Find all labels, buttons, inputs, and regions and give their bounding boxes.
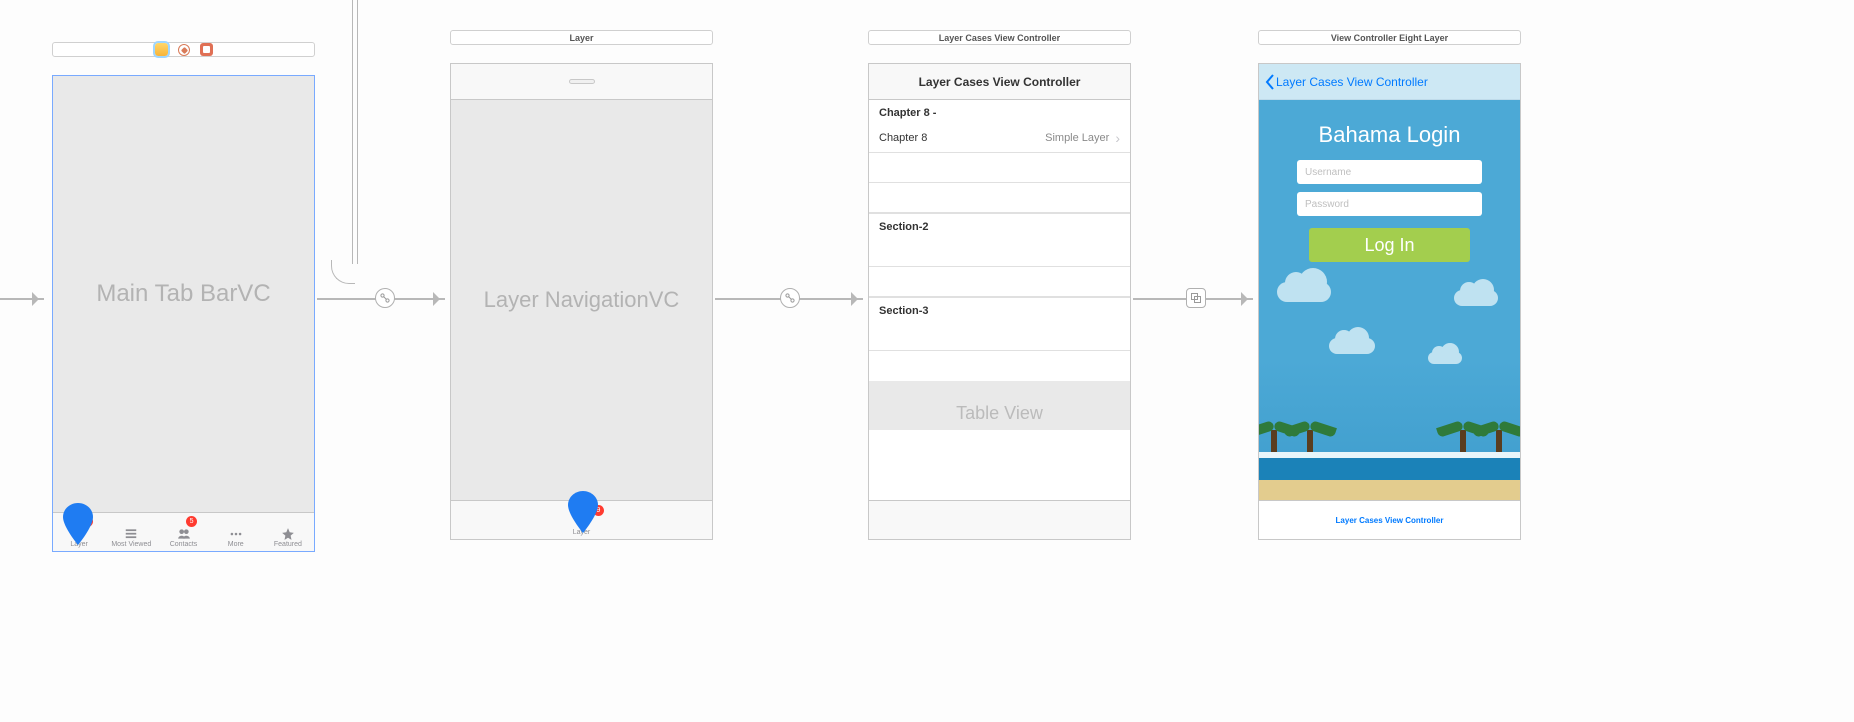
relationship-segue-icon [379,292,391,304]
scene2-tabbar: Layer 9 [451,500,712,539]
cloud-icon [1329,338,1375,354]
row-title: Chapter 8 [879,132,927,144]
scene-layer-navigation[interactable]: Layer Layer NavigationVC Layer 9 [450,30,713,540]
scene2-screen[interactable]: Layer NavigationVC Layer 9 [450,63,713,540]
scene1-screen[interactable]: Main Tab BarVC 9 Layer Most Viewed 5 Con… [52,75,315,552]
scene4-title-bar[interactable]: View Controller Eight Layer [1258,30,1521,45]
star-icon [279,527,297,541]
relationship-segue-icon [784,292,796,304]
segue-badge-3[interactable] [1186,288,1206,308]
segue-curve [331,260,355,284]
scene2-placeholder-label: Layer NavigationVC [451,100,712,500]
table-row[interactable] [869,153,1130,183]
scene1-tabbar: 9 Layer Most Viewed 5 Contacts More Feat… [53,512,314,551]
nav-grip-icon [569,79,595,84]
list-icon [122,527,140,541]
back-label: Layer Cases View Controller [1276,75,1428,89]
section-header-1: Chapter 8 - [869,100,1130,123]
scene3-navbar-title: Layer Cases View Controller [869,64,1130,100]
section-header-3: Section-3 [869,297,1130,321]
scene2-title-bar[interactable]: Layer [450,30,713,45]
scene-main-tab-bar[interactable]: Main Tab BarVC 9 Layer Most Viewed 5 Con… [52,42,315,552]
tableview-footer-label: Table View [869,381,1130,430]
login-button[interactable]: Log In [1309,228,1470,262]
tab-label: Layer Cases View Controller [1336,516,1444,525]
segue-badge-1[interactable] [375,288,395,308]
scene4-screen[interactable]: Layer Cases View Controller Bahama Login… [1258,63,1521,540]
segue-arrow-0 [0,298,44,300]
scene3-screen[interactable]: Layer Cases View Controller Chapter 8 - … [868,63,1131,540]
tab-more[interactable]: More [210,513,262,551]
balloon-indicator-1 [63,503,93,545]
more-icon [227,527,245,541]
table-row[interactable]: Chapter 8 Simple Layer › [869,123,1130,153]
tab-label: Most Viewed [111,541,151,548]
balloon-indicator-2 [568,491,598,533]
navbar-stub [451,64,712,100]
login-canvas: Bahama Login Username Password Log In [1259,100,1520,500]
scene1-title-bar[interactable] [52,42,315,57]
section-header-2: Section-2 [869,213,1130,237]
tab-featured[interactable]: Featured [262,513,314,551]
cloud-icon [1277,282,1331,302]
table-row[interactable] [869,183,1130,213]
cloud-icon [1454,290,1498,306]
tab-contacts[interactable]: 5 Contacts [157,513,209,551]
scene4-tabbar: Layer Cases View Controller [1259,500,1520,539]
back-button[interactable]: Layer Cases View Controller [1265,74,1428,90]
table-row[interactable] [869,351,1130,381]
segue-badge-2[interactable] [780,288,800,308]
tab-label: Contacts [170,541,198,548]
table-row[interactable] [869,237,1130,267]
scene3-tabbar [869,500,1130,539]
table-row[interactable] [869,267,1130,297]
table-view[interactable]: Chapter 8 - Chapter 8 Simple Layer › Sec… [869,100,1130,500]
show-segue-icon [1190,292,1202,304]
tab-label: Featured [274,541,302,548]
exit-icon [178,44,190,56]
tab-most-viewed[interactable]: Most Viewed [105,513,157,551]
scene4-navbar: Layer Cases View Controller [1259,64,1520,100]
tab-label: More [228,541,244,548]
sea [1259,458,1520,480]
cloud-icon [1428,352,1462,364]
contacts-icon [175,527,193,541]
password-field[interactable]: Password [1297,192,1482,216]
first-responder-icon [155,43,168,56]
scene-layer-cases[interactable]: Layer Cases View Controller Layer Cases … [868,30,1131,540]
table-row[interactable] [869,321,1130,351]
sand [1259,480,1520,500]
placeholder: Username [1305,167,1351,178]
storyboard-ref-icon [200,43,213,56]
chevron-right-icon: › [1115,130,1120,146]
scene3-title-bar[interactable]: Layer Cases View Controller [868,30,1131,45]
placeholder: Password [1305,199,1349,210]
username-field[interactable]: Username [1297,160,1482,184]
segue-vertical-line [352,0,358,264]
login-title: Bahama Login [1259,122,1520,148]
badge-contacts: 5 [186,516,197,527]
scene1-placeholder-label: Main Tab BarVC [53,76,314,512]
ground [1259,452,1520,500]
row-detail: Simple Layer [1045,132,1109,144]
scene-eight-layer[interactable]: View Controller Eight Layer Layer Cases … [1258,30,1521,540]
chevron-left-icon [1265,74,1274,90]
